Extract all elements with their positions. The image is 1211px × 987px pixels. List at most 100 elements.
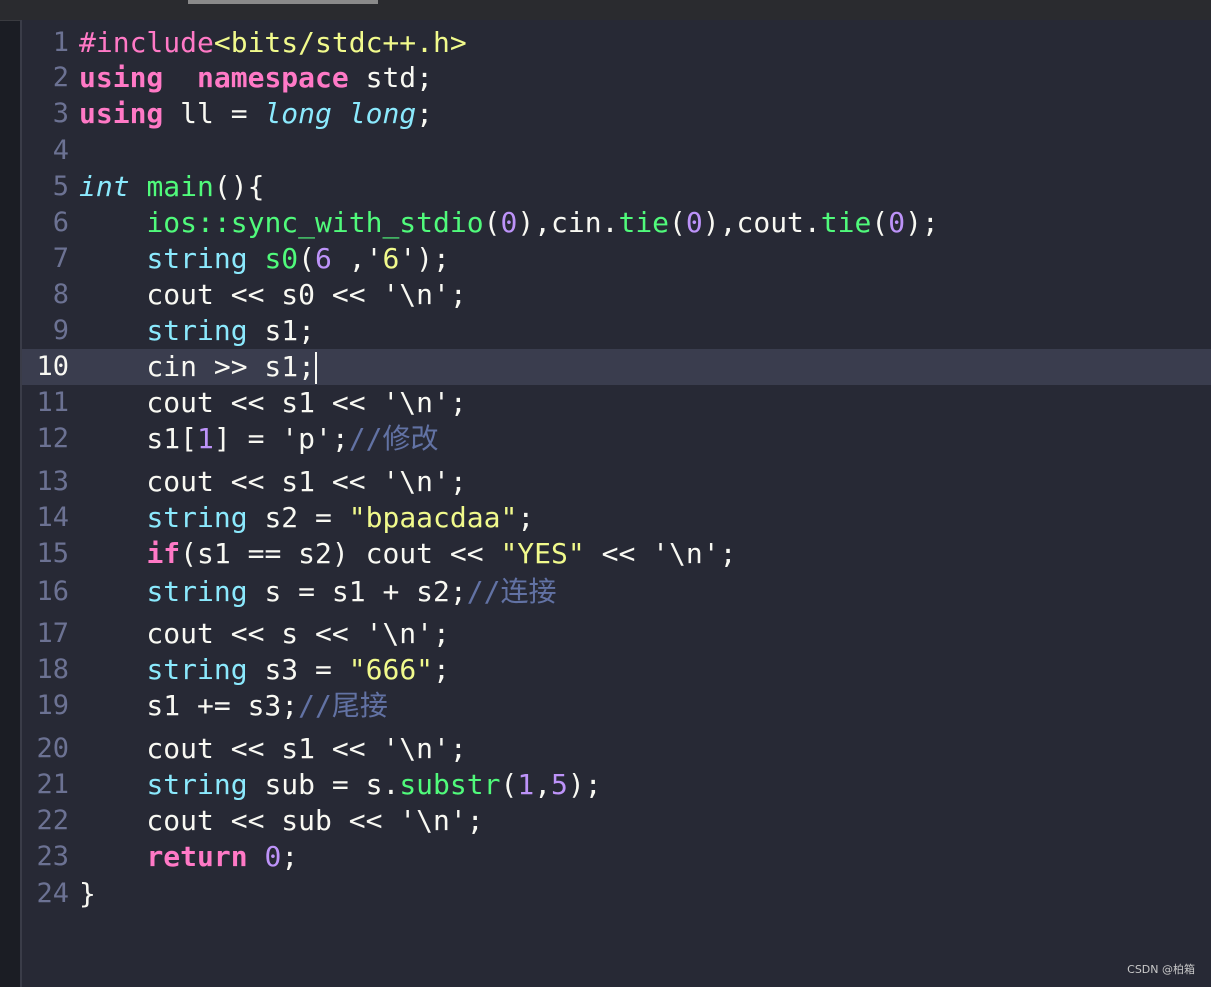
code-text: if(s1 == s2) cout << "YES" << '\n'; xyxy=(79,536,736,572)
code-line[interactable]: 2 using namespace std; xyxy=(22,60,1211,96)
code-line[interactable]: 24} xyxy=(22,876,1211,912)
code-line[interactable]: 11 cout << s1 << '\n'; xyxy=(22,385,1211,421)
code-text: cout << s1 << '\n'; xyxy=(79,385,467,421)
code-token: 1 xyxy=(197,422,214,455)
code-text: using ll = long long; xyxy=(79,96,433,132)
code-text: string s = s1 + s2;//连接 xyxy=(79,574,556,610)
code-token: 0 xyxy=(500,206,518,239)
line-number: 21 xyxy=(36,769,69,800)
code-token: ),cout. xyxy=(702,206,821,239)
code-token: string xyxy=(146,575,248,608)
code-text: string s1; xyxy=(79,313,315,349)
code-token: 5 xyxy=(551,768,568,801)
code-token: ( xyxy=(483,206,501,239)
code-line[interactable]: 17 cout << s << '\n'; xyxy=(22,616,1211,652)
code-token: s2 = xyxy=(247,501,349,534)
code-token: long long xyxy=(264,97,417,130)
code-line[interactable]: 3 using ll = long long; xyxy=(22,96,1211,132)
line-number: 17 xyxy=(36,618,69,649)
code-text: string sub = s.substr(1,5); xyxy=(79,767,601,803)
code-text: cout << sub << '\n'; xyxy=(79,803,483,839)
code-token: ; xyxy=(433,653,450,686)
editor-tab-bar xyxy=(0,0,1211,21)
code-text: string s2 = "bpaacdaa"; xyxy=(79,500,534,536)
code-line[interactable]: 20 cout << s1 << '\n'; xyxy=(22,731,1211,767)
line-number: 8 xyxy=(52,279,69,310)
line-number: 23 xyxy=(36,841,69,872)
code-text: return 0; xyxy=(79,839,298,875)
code-editor[interactable]: 1 #include<bits/stdc++.h> 2 using namespace… xyxy=(22,20,1211,987)
code-text: ios::sync_with_stdio(0),cin.tie(0),cout.… xyxy=(79,205,938,241)
code-token: string xyxy=(146,242,248,275)
code-line[interactable]: 4 xyxy=(22,133,1211,169)
code-line[interactable]: 15 if(s1 == s2) cout << "YES" << '\n'; xyxy=(22,536,1211,572)
code-token: s0 xyxy=(264,242,299,275)
code-line[interactable]: 23 return 0; xyxy=(22,839,1211,875)
code-token: , xyxy=(534,768,552,801)
code-token: cout << s1 << '\n'; xyxy=(79,386,467,419)
code-text: int main(){ xyxy=(79,169,264,205)
code-token: 6 xyxy=(382,242,400,275)
code-token: s1 += s3; xyxy=(79,689,299,722)
code-token: ios::sync_with_stdio xyxy=(146,206,484,239)
code-line[interactable]: 22 cout << sub << '\n'; xyxy=(22,803,1211,839)
code-line[interactable]: 5 int main(){ xyxy=(22,169,1211,205)
code-line[interactable]: 9 string s1; xyxy=(22,313,1211,349)
line-number: 7 xyxy=(52,243,69,274)
code-line[interactable]: 19 s1 += s3;//尾接 xyxy=(22,688,1211,724)
code-token: s3 = xyxy=(247,653,349,686)
code-text: cout << s0 << '\n'; xyxy=(79,277,466,313)
code-line[interactable]: 12 s1[1] = 'p';//修改 xyxy=(22,421,1211,457)
code-token: return xyxy=(146,840,248,873)
code-token: std; xyxy=(348,61,434,94)
code-token: ] = 'p'; xyxy=(213,422,349,455)
line-number: 12 xyxy=(36,423,69,454)
code-text: #include<bits/stdc++.h> xyxy=(79,25,467,61)
code-text: string s0(6 ,'6'); xyxy=(79,241,450,277)
code-token: "bpaacdaa" xyxy=(348,501,518,534)
code-line[interactable]: 18 string s3 = "666"; xyxy=(22,652,1211,688)
line-number: 24 xyxy=(36,878,69,909)
line-number: 6 xyxy=(52,207,69,238)
code-line[interactable]: 13 cout << s1 << '\n'; xyxy=(22,464,1211,500)
code-token: int xyxy=(79,170,130,203)
code-token: ,' xyxy=(331,242,383,275)
code-text: cin >> s1; xyxy=(79,349,318,385)
code-text: s1 += s3;//尾接 xyxy=(79,688,387,724)
code-text: cout << s << '\n'; xyxy=(79,616,449,652)
line-number: 5 xyxy=(52,171,69,202)
code-text: cout << s1 << '\n'; xyxy=(79,731,466,767)
code-line[interactable]: 8 cout << s0 << '\n'; xyxy=(22,277,1211,313)
code-token: ( xyxy=(298,242,316,275)
code-token: if xyxy=(146,537,181,570)
code-token: tie xyxy=(820,206,872,239)
active-tab-indicator[interactable] xyxy=(188,0,378,4)
code-token: string xyxy=(146,653,248,686)
code-line[interactable]: 1 #include<bits/stdc++.h> xyxy=(22,25,1211,61)
code-token: 0 xyxy=(264,840,282,873)
code-text: using namespace std; xyxy=(79,60,433,96)
code-line[interactable]: 6 ios::sync_with_stdio(0),cin.tie(0),cou… xyxy=(22,205,1211,241)
code-token: ; xyxy=(416,97,434,130)
code-token: tie xyxy=(618,206,670,239)
code-token: string xyxy=(146,501,248,534)
code-line[interactable]: 14 string s2 = "bpaacdaa"; xyxy=(22,500,1211,536)
code-token: } xyxy=(79,877,96,910)
code-token: ( xyxy=(871,206,889,239)
code-token: <bits/stdc++.h> xyxy=(213,26,467,59)
code-token: '); xyxy=(399,242,450,275)
code-token: "YES" xyxy=(500,537,585,570)
code-token: string xyxy=(146,314,248,347)
code-line[interactable]: 10 cin >> s1; xyxy=(22,349,1211,385)
code-line[interactable]: 7 string s0(6 ,'6'); xyxy=(22,241,1211,277)
code-line[interactable]: 21 string sub = s.substr(1,5); xyxy=(22,767,1211,803)
line-number: 22 xyxy=(36,805,69,836)
code-line[interactable]: 16 string s = s1 + s2;//连接 xyxy=(22,574,1211,610)
